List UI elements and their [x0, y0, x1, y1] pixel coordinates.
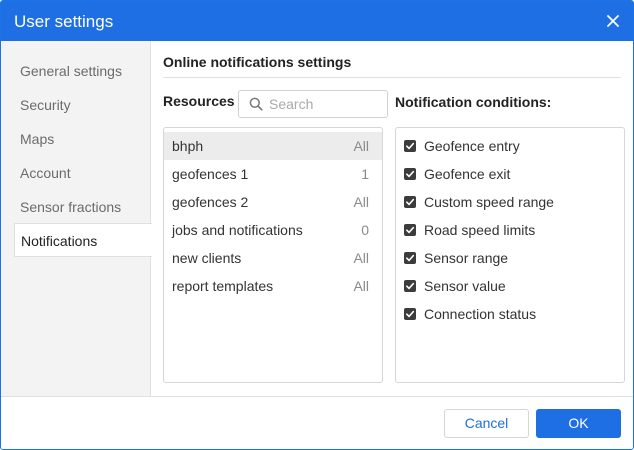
checkbox-checked-icon[interactable] — [404, 308, 416, 320]
title-bar: User settings — [1, 1, 633, 41]
sidebar-item-security[interactable]: Security — [1, 88, 151, 122]
checkbox-checked-icon[interactable] — [404, 168, 416, 180]
resource-name: new clients — [172, 250, 242, 266]
resources-label: Resources — [163, 93, 235, 109]
condition-connection-status[interactable]: Connection status — [396, 300, 624, 328]
resource-count: All — [353, 138, 369, 154]
condition-sensor-value[interactable]: Sensor value — [396, 272, 624, 300]
ok-button[interactable]: OK — [536, 409, 621, 438]
condition-label: Connection status — [424, 306, 537, 322]
resource-row-bhph[interactable]: bhph All — [164, 132, 382, 160]
condition-geofence-exit[interactable]: Geofence exit — [396, 160, 624, 188]
checkbox-checked-icon[interactable] — [404, 252, 416, 264]
resource-row-jobs-and-notifications[interactable]: jobs and notifications 0 — [164, 216, 382, 244]
resource-count: 1 — [361, 166, 369, 182]
checkbox-checked-icon[interactable] — [404, 224, 416, 236]
sidebar-item-maps[interactable]: Maps — [1, 122, 151, 156]
resource-count: All — [353, 278, 369, 294]
condition-label: Custom speed range — [424, 194, 554, 210]
condition-label: Geofence exit — [424, 166, 511, 182]
resource-name: geofences 1 — [172, 166, 249, 182]
search-input[interactable] — [269, 95, 381, 113]
sidebar-item-account[interactable]: Account — [1, 156, 151, 190]
notification-conditions-list: Geofence entry Geofence exit Custom spee… — [395, 127, 625, 383]
resource-row-report-templates[interactable]: report templates All — [164, 272, 382, 300]
dialog-footer: Cancel OK — [1, 396, 633, 449]
resource-name: jobs and notifications — [172, 222, 303, 238]
dialog-title: User settings — [14, 12, 114, 31]
condition-label: Sensor range — [424, 250, 509, 266]
sidebar-item-sensor-fractions[interactable]: Sensor fractions — [1, 190, 151, 224]
main-panel: Online notifications settings Resources … — [151, 41, 633, 396]
sidebar-item-notifications[interactable]: Notifications — [14, 223, 152, 257]
condition-geofence-entry[interactable]: Geofence entry — [396, 132, 624, 160]
condition-label: Road speed limits — [424, 222, 536, 238]
resource-row-geofences-1[interactable]: geofences 1 1 — [164, 160, 382, 188]
resources-list: bhph All geofences 1 1 geofences 2 All j… — [163, 127, 383, 383]
notification-conditions-label: Notification conditions: — [395, 94, 552, 110]
section-title: Online notifications settings — [163, 54, 352, 70]
search-box[interactable] — [238, 90, 388, 118]
user-settings-dialog: User settings General settings Security … — [0, 0, 634, 450]
checkbox-checked-icon[interactable] — [404, 140, 416, 152]
close-icon[interactable] — [603, 11, 623, 31]
condition-label: Geofence entry — [424, 138, 520, 154]
cancel-button[interactable]: Cancel — [444, 409, 529, 438]
resource-count: All — [353, 250, 369, 266]
condition-custom-speed-range[interactable]: Custom speed range — [396, 188, 624, 216]
resource-count: 0 — [361, 222, 369, 238]
checkbox-checked-icon[interactable] — [404, 196, 416, 208]
resource-name: bhph — [172, 138, 204, 154]
condition-road-speed-limits[interactable]: Road speed limits — [396, 216, 624, 244]
resource-name: geofences 2 — [172, 194, 249, 210]
sidebar: General settings Security Maps Account S… — [1, 41, 152, 396]
sidebar-item-general-settings[interactable]: General settings — [1, 54, 151, 88]
resource-count: All — [353, 194, 369, 210]
resource-row-geofences-2[interactable]: geofences 2 All — [164, 188, 382, 216]
condition-label: Sensor value — [424, 278, 506, 294]
checkbox-checked-icon[interactable] — [404, 280, 416, 292]
resource-row-new-clients[interactable]: new clients All — [164, 244, 382, 272]
search-icon — [249, 97, 263, 114]
condition-sensor-range[interactable]: Sensor range — [396, 244, 624, 272]
resource-name: report templates — [172, 278, 274, 294]
section-divider — [163, 77, 621, 78]
